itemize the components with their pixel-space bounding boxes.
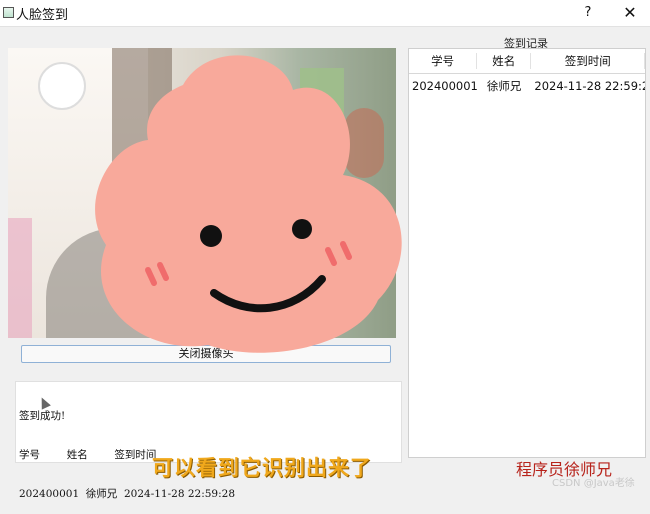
right-eye-icon xyxy=(292,219,312,239)
smiley-sticker xyxy=(95,55,402,353)
cell-student-id: 202400001 xyxy=(412,79,478,93)
help-button[interactable]: ? xyxy=(572,2,604,24)
title-bar: 人脸签到 ? ✕ xyxy=(0,0,650,27)
app-icon xyxy=(3,7,14,18)
left-eye-icon xyxy=(200,225,222,247)
close-button[interactable]: ✕ xyxy=(614,2,646,24)
cell-checkin-time: 2024-11-28 22:59:28 xyxy=(534,79,645,93)
window-title: 人脸签到 xyxy=(16,8,69,23)
column-header-student-id[interactable]: 学号 xyxy=(409,53,478,69)
cell-name: 徐师兄 xyxy=(486,79,522,93)
result-line: 签到成功! xyxy=(19,410,66,422)
curtain-image xyxy=(8,218,32,338)
records-table[interactable]: 学号 姓名 签到时间 202400001 徐师兄 2024-11-28 22:5… xyxy=(408,48,646,458)
wall-clock-image xyxy=(38,62,86,110)
result-text-area[interactable]: 签到成功! 学号 姓名 签到时间 202400001 徐师兄 2024-11-2… xyxy=(15,381,402,500)
platform-watermark: CSDN @Java老徐 xyxy=(552,478,635,489)
table-header-row: 学号 姓名 签到时间 xyxy=(409,49,645,74)
column-header-name[interactable]: 姓名 xyxy=(477,53,532,69)
column-header-checkin-time[interactable]: 签到时间 xyxy=(531,53,645,69)
video-subtitle: 可以看到它识别出来了 xyxy=(152,456,372,480)
table-row[interactable]: 202400001 徐师兄 2024-11-28 22:59:28 xyxy=(409,74,645,98)
